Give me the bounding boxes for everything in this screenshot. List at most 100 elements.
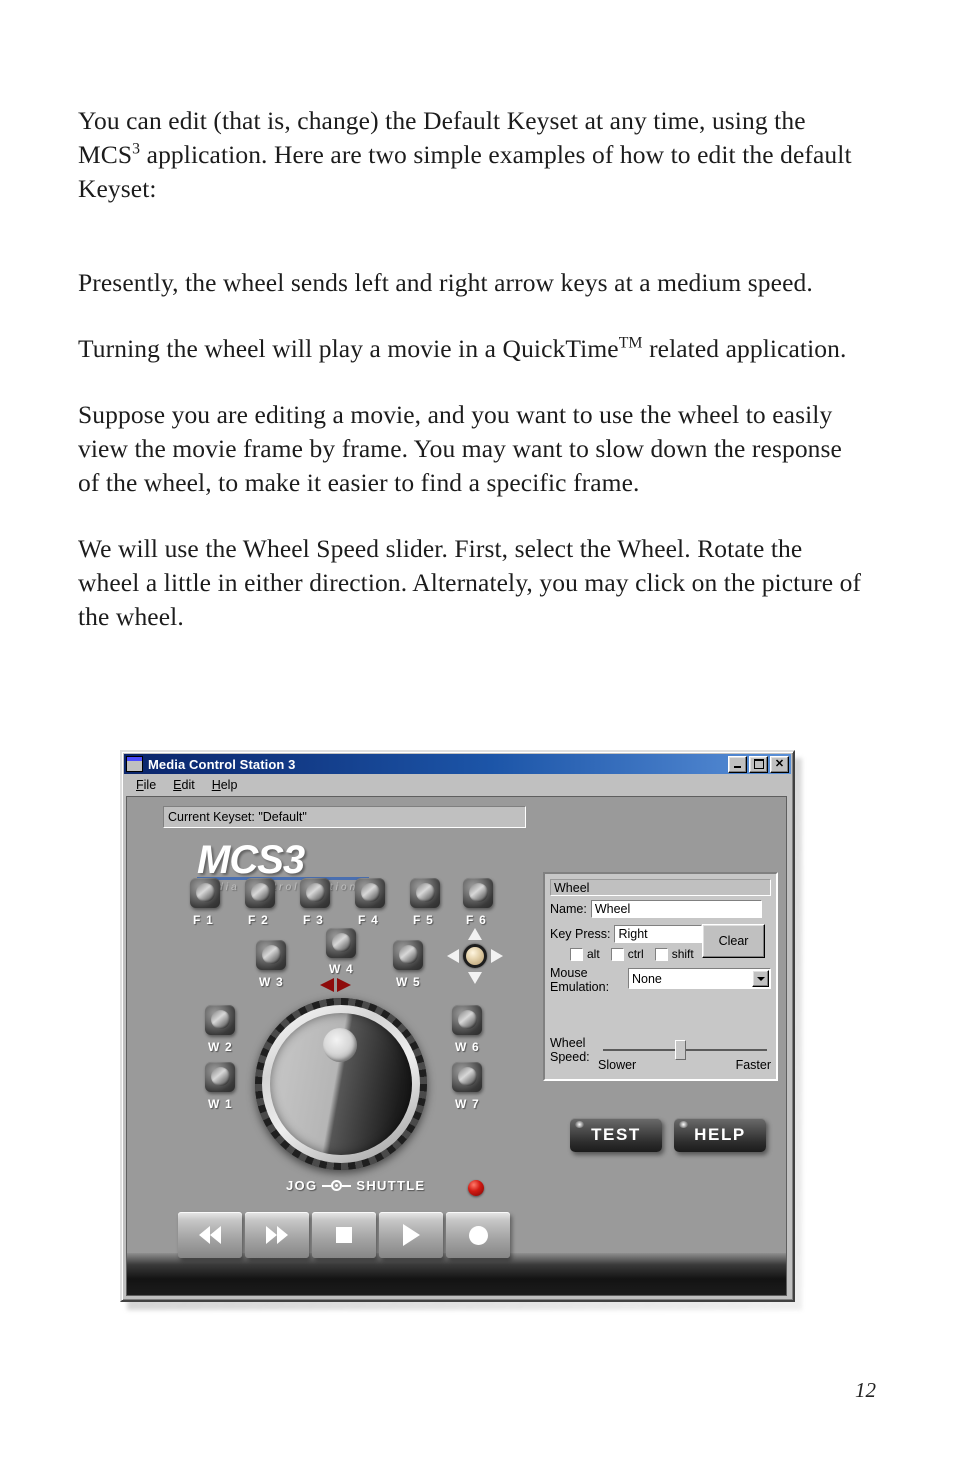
wheel-key-w7-label: W 7 — [455, 1097, 480, 1111]
function-key-f4[interactable] — [355, 878, 385, 908]
direction-pad[interactable] — [447, 928, 503, 984]
trademark-symbol: TM — [618, 334, 643, 352]
function-key-f4-label: F 4 — [358, 913, 379, 927]
test-help-button-row: TEST HELP — [570, 1118, 766, 1152]
function-key-f3[interactable] — [300, 878, 330, 908]
help-button[interactable]: HELP — [674, 1118, 766, 1152]
paragraph-3: Turning the wheel will play a movie in a… — [78, 332, 868, 366]
menu-file-accelerator: F — [136, 777, 144, 792]
slider-max-label: Faster — [735, 1058, 771, 1072]
wheel-speed-label-line2: Speed: — [550, 1050, 590, 1064]
page-number: 12 — [855, 1378, 876, 1402]
window-control-buttons: ✕ — [728, 755, 789, 773]
jog-shuttle-marker-icon — [322, 1180, 352, 1191]
play-button[interactable] — [379, 1212, 443, 1258]
stop-icon — [336, 1227, 352, 1243]
name-row: Name: Wheel — [550, 900, 762, 918]
marker-dash-right — [342, 1184, 352, 1187]
status-led-indicator — [468, 1180, 484, 1196]
arrow-right-red-icon — [337, 978, 351, 992]
menu-file-rest: ile — [143, 777, 157, 792]
wheel-key-w2-label: W 2 — [208, 1040, 233, 1054]
shift-label: shift — [671, 947, 694, 961]
wheel-key-w4[interactable] — [326, 928, 356, 958]
paragraph-2: Presently, the wheel sends left and righ… — [78, 268, 813, 297]
close-button[interactable]: ✕ — [770, 755, 789, 773]
wheel-key-w6[interactable] — [452, 1005, 482, 1035]
rewind-button[interactable] — [178, 1212, 242, 1258]
mcs3-logo: MCS3 Media Control Station — [197, 840, 379, 893]
wheel-key-w6-label: W 6 — [455, 1040, 480, 1054]
wheel-key-w2[interactable] — [205, 1005, 235, 1035]
clear-button[interactable]: Clear — [702, 924, 765, 958]
menu-edit-rest: dit — [181, 777, 195, 792]
alt-checkbox[interactable] — [570, 947, 583, 961]
arrow-down-icon[interactable] — [468, 972, 482, 984]
mouse-emulation-label: Mouse Emulation: — [550, 966, 609, 994]
close-icon: ✕ — [774, 757, 785, 770]
current-keyset-field[interactable]: Current Keyset: "Default" — [163, 806, 526, 828]
fast-forward-button[interactable] — [245, 1212, 309, 1258]
menu-item-file[interactable]: File — [129, 776, 163, 794]
menu-help-rest: elp — [220, 777, 238, 792]
menu-item-edit[interactable]: Edit — [166, 776, 202, 794]
wheel-key-w3[interactable] — [256, 940, 286, 970]
name-label: Name: — [550, 902, 587, 916]
paragraph-3-part-a: Turning the wheel will play a movie in a… — [78, 334, 619, 363]
function-key-f6[interactable] — [463, 878, 493, 908]
mouse-emulation-label-line1: Mouse — [550, 966, 588, 980]
jog-label: JOG — [286, 1178, 318, 1193]
panel-header-label: Wheel — [550, 879, 771, 896]
mouse-emulation-select[interactable]: None — [628, 968, 771, 989]
play-icon — [402, 1224, 420, 1246]
wheel-key-w1[interactable] — [205, 1062, 235, 1092]
alt-label: alt — [587, 947, 600, 961]
wheel-key-w3-label: W 3 — [259, 975, 284, 989]
paragraph-1: You can edit (that is, change) the Defau… — [78, 104, 868, 206]
menu-item-help[interactable]: Help — [205, 776, 245, 794]
logo-tagline: Media Control Station — [197, 882, 359, 893]
paragraph-3-part-b: related application. — [642, 334, 847, 363]
shift-checkbox[interactable] — [654, 947, 668, 961]
chevron-down-icon[interactable] — [752, 970, 769, 987]
wheel-speed-label: Wheel Speed: — [550, 1036, 590, 1064]
wheel-key-w5[interactable] — [393, 940, 423, 970]
fast-forward-icon — [266, 1226, 288, 1244]
paragraph-4: Suppose you are editing a movie, and you… — [78, 400, 842, 497]
shuttle-label: SHUTTLE — [356, 1178, 426, 1193]
wheel-speed-slider-thumb[interactable] — [675, 1040, 686, 1060]
wheel-speed-label-line1: Wheel — [550, 1036, 586, 1050]
menu-edit-accelerator: E — [173, 777, 182, 792]
wheel-key-w1-label: W 1 — [208, 1097, 233, 1111]
arrow-left-icon[interactable] — [447, 949, 459, 963]
function-key-f5[interactable] — [410, 878, 440, 908]
arrow-right-icon[interactable] — [491, 949, 503, 963]
record-button[interactable] — [446, 1212, 510, 1258]
minimize-button[interactable] — [728, 755, 747, 773]
maximize-button[interactable] — [749, 755, 768, 773]
transport-button-row — [178, 1212, 510, 1258]
jog-shuttle-wheel[interactable] — [255, 998, 427, 1170]
arrow-left-red-icon — [320, 978, 334, 992]
wheel-key-w4-label: W 4 — [329, 962, 354, 976]
function-key-f5-label: F 5 — [413, 913, 434, 927]
key-press-input[interactable]: Right — [614, 925, 703, 943]
document-body: You can edit (that is, change) the Defau… — [78, 104, 868, 634]
name-input[interactable]: Wheel — [590, 900, 762, 918]
ctrl-checkbox[interactable] — [610, 947, 624, 961]
slider-min-label: Slower — [598, 1058, 637, 1072]
paragraph-5: We will use the Wheel Speed slider. Firs… — [78, 534, 862, 631]
wheel-key-w7[interactable] — [452, 1062, 482, 1092]
arrow-up-icon[interactable] — [468, 928, 482, 940]
mouse-emulation-value: None — [632, 971, 662, 986]
jog-wheel-finger-dimple[interactable] — [323, 1028, 357, 1062]
maximize-icon — [753, 759, 764, 769]
stop-button[interactable] — [312, 1212, 376, 1258]
function-key-f1[interactable] — [190, 878, 220, 908]
test-button[interactable]: TEST — [570, 1118, 662, 1152]
marker-circle — [331, 1180, 343, 1191]
direction-pad-center-button[interactable] — [463, 944, 487, 968]
logo-wordmark: MCS3 — [197, 838, 305, 882]
device-base-shadow — [127, 1253, 786, 1295]
function-key-f2[interactable] — [245, 878, 275, 908]
